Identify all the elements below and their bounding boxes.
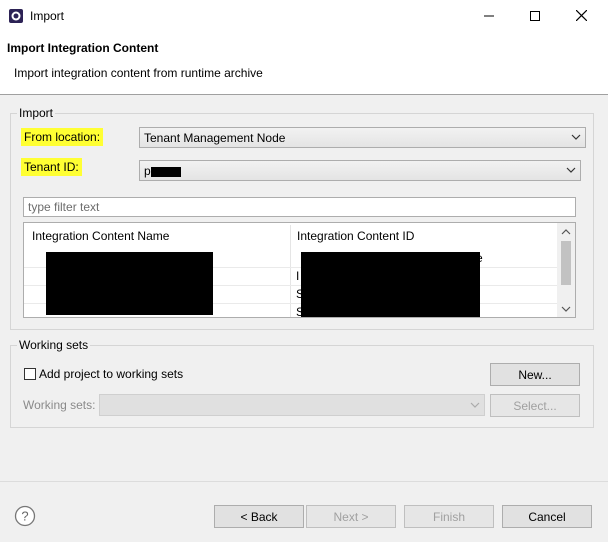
- content-table[interactable]: Integration Content Name Integration Con…: [23, 222, 576, 318]
- name-column-redaction: [46, 252, 213, 315]
- select-working-sets-button[interactable]: Select...: [490, 394, 580, 417]
- tenant-id-combo[interactable]: p: [139, 160, 581, 181]
- wizard-description: Import integration content from runtime …: [14, 66, 263, 80]
- tenant-id-label: Tenant ID:: [21, 158, 82, 176]
- scroll-thumb[interactable]: [561, 241, 571, 285]
- footer-separator: [0, 481, 608, 482]
- chevron-down-icon: [566, 167, 576, 173]
- maximize-icon: [530, 10, 540, 21]
- new-working-set-button[interactable]: New...: [490, 363, 580, 386]
- help-icon[interactable]: ?: [14, 505, 36, 527]
- id-fragment: I: [296, 269, 300, 283]
- working-sets-label: Working sets:: [23, 398, 96, 412]
- wizard-banner: Import Integration Content Import integr…: [0, 31, 608, 95]
- close-icon: [575, 10, 587, 21]
- scroll-up-icon[interactable]: [561, 228, 571, 236]
- column-header-name[interactable]: Integration Content Name: [32, 229, 169, 243]
- wizard-title: Import Integration Content: [7, 41, 159, 55]
- tenant-id-redaction: [151, 167, 181, 177]
- svg-text:?: ?: [21, 509, 28, 524]
- from-location-label: From location:: [21, 128, 104, 146]
- window-title: Import: [30, 9, 65, 23]
- next-button[interactable]: Next >: [306, 505, 396, 528]
- add-to-working-sets-checkbox[interactable]: [24, 368, 36, 380]
- column-header-id[interactable]: Integration Content ID: [297, 229, 414, 243]
- close-button[interactable]: [558, 0, 604, 31]
- working-sets-combo[interactable]: [99, 394, 485, 416]
- import-group-label: Import: [17, 106, 56, 120]
- filter-input[interactable]: type filter text: [23, 197, 576, 217]
- title-bar: Import: [0, 0, 608, 31]
- table-scrollbar[interactable]: [557, 223, 575, 317]
- id-column-redaction: [301, 252, 480, 317]
- chevron-down-icon: [470, 402, 480, 408]
- working-sets-group-label: Working sets: [17, 338, 91, 352]
- from-location-combo[interactable]: Tenant Management Node: [139, 127, 586, 148]
- cancel-button[interactable]: Cancel: [502, 505, 592, 528]
- eclipse-icon: [9, 9, 23, 23]
- scroll-down-icon[interactable]: [561, 305, 571, 313]
- minimize-icon: [484, 15, 494, 16]
- back-button[interactable]: < Back: [214, 505, 304, 528]
- from-location-value: Tenant Management Node: [144, 131, 286, 145]
- minimize-button[interactable]: [466, 0, 512, 31]
- maximize-button[interactable]: [512, 0, 558, 31]
- add-to-working-sets-label[interactable]: Add project to working sets: [39, 367, 183, 381]
- finish-button[interactable]: Finish: [404, 505, 494, 528]
- tenant-id-value: p: [144, 164, 151, 178]
- chevron-down-icon: [571, 134, 581, 140]
